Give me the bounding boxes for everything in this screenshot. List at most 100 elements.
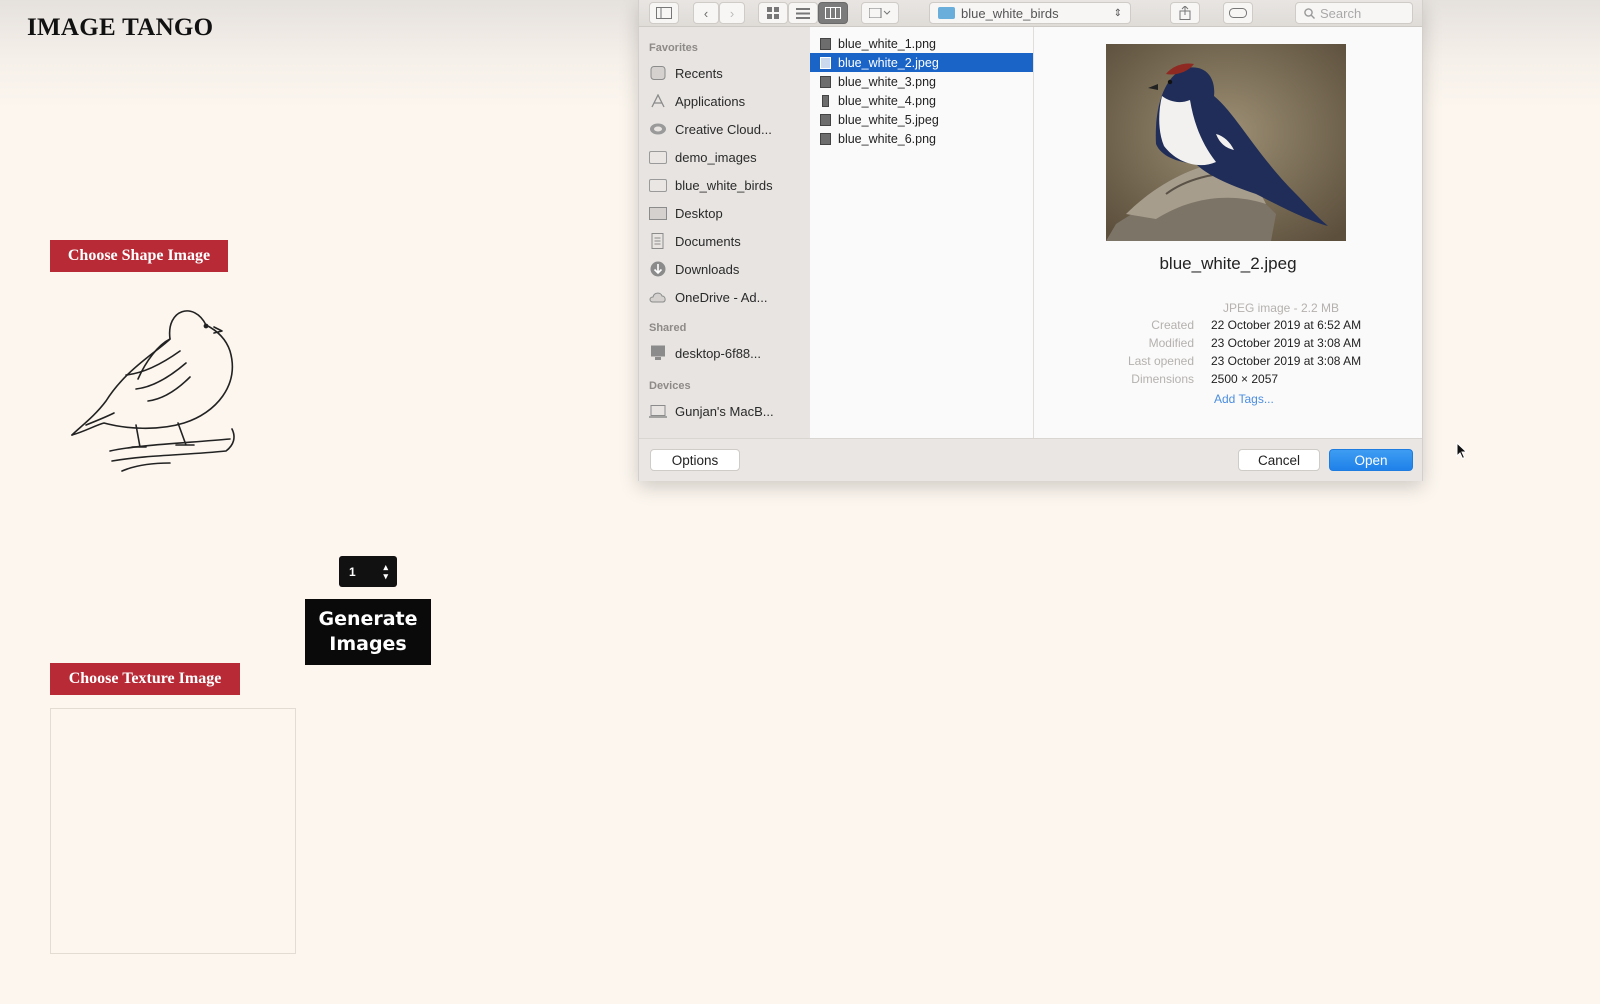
sidebar-item-creative-cloud[interactable]: Creative Cloud...	[649, 117, 772, 141]
folder-icon	[649, 150, 667, 164]
sidebar-item-label: Creative Cloud...	[675, 121, 772, 137]
shape-image-preview	[71, 310, 235, 472]
cloud-icon	[649, 290, 667, 304]
sidebar-item-demo-images[interactable]: demo_images	[649, 145, 757, 169]
desktop-icon	[649, 206, 667, 220]
folder-icon	[938, 7, 955, 19]
generate-images-button[interactable]: Generate Images	[305, 599, 431, 665]
dialog-sidebar: Favorites Recents Applications Creative …	[639, 27, 811, 438]
file-name: blue_white_6.png	[838, 131, 936, 146]
sidebar-item-documents[interactable]: Documents	[649, 229, 741, 253]
popup-arrows-icon: ⇕	[1113, 7, 1122, 19]
sidebar-item-macbook[interactable]: Gunjan's MacB...	[649, 399, 774, 423]
created-label: Created	[1151, 318, 1194, 332]
dimensions-label: Dimensions	[1131, 372, 1194, 386]
image-file-icon	[820, 113, 831, 126]
column-view-icon[interactable]	[818, 2, 848, 24]
image-count-stepper[interactable]: 1 ▴ ▾	[339, 556, 397, 587]
file-name: blue_white_3.png	[838, 74, 936, 89]
search-placeholder: Search	[1320, 5, 1362, 21]
applications-icon	[649, 94, 667, 108]
add-tags-link[interactable]: Add Tags...	[1214, 392, 1274, 406]
sidebar-item-applications[interactable]: Applications	[649, 89, 745, 113]
downloads-icon	[649, 261, 667, 277]
created-value: 22 October 2019 at 6:52 AM	[1211, 318, 1362, 332]
image-file-icon	[820, 75, 831, 88]
sidebar-item-recents[interactable]: Recents	[649, 61, 723, 85]
file-row[interactable]: blue_white_5.jpeg	[810, 110, 1033, 129]
app-title: IMAGE TANGO	[27, 14, 214, 41]
folder-path-popup[interactable]: blue_white_birds ⇕	[929, 2, 1131, 24]
search-field[interactable]: Search	[1295, 2, 1413, 24]
image-file-icon	[820, 37, 831, 50]
open-file-dialog: ‹ › blue_white_birds ⇕ Search Favorites …	[638, 0, 1423, 481]
gallery-view-dropdown-icon[interactable]	[861, 2, 899, 24]
file-row[interactable]: blue_white_3.png	[810, 72, 1033, 91]
mouse-cursor-icon	[1456, 442, 1468, 460]
sidebar-item-desktop-6f88[interactable]: desktop-6f88...	[649, 341, 761, 365]
current-folder-label: blue_white_birds	[961, 5, 1059, 21]
share-icon[interactable]	[1170, 2, 1200, 24]
image-count-value: 1	[349, 564, 356, 579]
search-icon	[1304, 7, 1315, 19]
file-name: blue_white_2.jpeg	[838, 55, 939, 70]
sidebar-item-label: Recents	[675, 65, 723, 81]
last-opened-value: 23 October 2019 at 3:08 AM	[1211, 354, 1362, 368]
dimensions-value: 2500 × 2057	[1211, 372, 1279, 386]
choose-texture-image-button[interactable]: Choose Texture Image	[50, 663, 240, 695]
sidebar-item-label: Downloads	[675, 261, 740, 277]
file-row[interactable]: blue_white_4.png	[810, 91, 1033, 110]
tag-icon[interactable]	[1223, 2, 1253, 24]
favorites-heading: Favorites	[649, 42, 698, 54]
file-name: blue_white_1.png	[838, 36, 936, 51]
dialog-footer: Options Cancel Open	[639, 438, 1422, 481]
sidebar-item-label: Documents	[675, 233, 741, 249]
sidebar-item-onedrive[interactable]: OneDrive - Ad...	[649, 285, 767, 309]
modified-value: 23 October 2019 at 3:08 AM	[1211, 336, 1362, 350]
image-file-icon	[820, 56, 831, 69]
forward-icon[interactable]: ›	[719, 2, 745, 24]
texture-image-preview	[50, 708, 296, 954]
image-file-icon	[822, 94, 829, 107]
sidebar-item-blue-white-birds[interactable]: blue_white_birds	[649, 173, 773, 197]
cancel-button[interactable]: Cancel	[1238, 449, 1320, 471]
modified-label: Modified	[1148, 336, 1194, 350]
devices-heading: Devices	[649, 380, 691, 392]
laptop-icon	[649, 404, 667, 418]
preview-filename: blue_white_2.jpeg	[1159, 254, 1297, 273]
icon-view-icon[interactable]	[758, 2, 788, 24]
last-opened-label: Last opened	[1127, 354, 1194, 368]
computer-icon	[649, 345, 667, 360]
options-button[interactable]: Options	[650, 449, 740, 471]
back-icon[interactable]: ‹	[693, 2, 719, 24]
file-name: blue_white_5.jpeg	[838, 112, 939, 127]
folder-icon	[649, 178, 667, 192]
documents-icon	[649, 233, 667, 249]
dialog-toolbar: ‹ › blue_white_birds ⇕ Search	[639, 0, 1422, 27]
preview-pane: blue_white_2.jpeg JPEG image - 2.2 MB Cr…	[1034, 27, 1422, 438]
file-row[interactable]: blue_white_1.png	[810, 34, 1033, 53]
sidebar-item-label: demo_images	[675, 149, 757, 165]
stepper-arrows-icon[interactable]: ▴ ▾	[383, 562, 388, 581]
sidebar-item-label: Gunjan's MacB...	[675, 403, 774, 419]
sidebar-item-downloads[interactable]: Downloads	[649, 257, 739, 281]
sidebar-item-label: desktop-6f88...	[675, 345, 761, 361]
shared-heading: Shared	[649, 322, 687, 334]
file-column: blue_white_1.png blue_white_2.jpeg blue_…	[810, 27, 1034, 438]
sidebar-item-label: OneDrive - Ad...	[675, 289, 768, 305]
image-file-icon	[820, 132, 831, 145]
open-button[interactable]: Open	[1329, 449, 1413, 471]
file-row-selected[interactable]: blue_white_2.jpeg	[810, 53, 1033, 72]
sidebar-item-label: Desktop	[675, 205, 723, 221]
bird-photo-preview	[1106, 44, 1346, 241]
list-view-icon[interactable]	[788, 2, 818, 24]
file-name: blue_white_4.png	[838, 93, 936, 108]
file-kind: JPEG image - 2.2 MB	[1222, 301, 1340, 315]
sidebar-item-label: blue_white_birds	[675, 177, 773, 193]
creative-cloud-icon	[649, 122, 667, 136]
choose-shape-image-button[interactable]: Choose Shape Image	[50, 240, 228, 272]
file-row[interactable]: blue_white_6.png	[810, 129, 1033, 148]
sidebar-toggle-icon[interactable]	[649, 2, 679, 24]
sidebar-item-desktop[interactable]: Desktop	[649, 201, 723, 225]
sidebar-item-label: Applications	[675, 93, 746, 109]
